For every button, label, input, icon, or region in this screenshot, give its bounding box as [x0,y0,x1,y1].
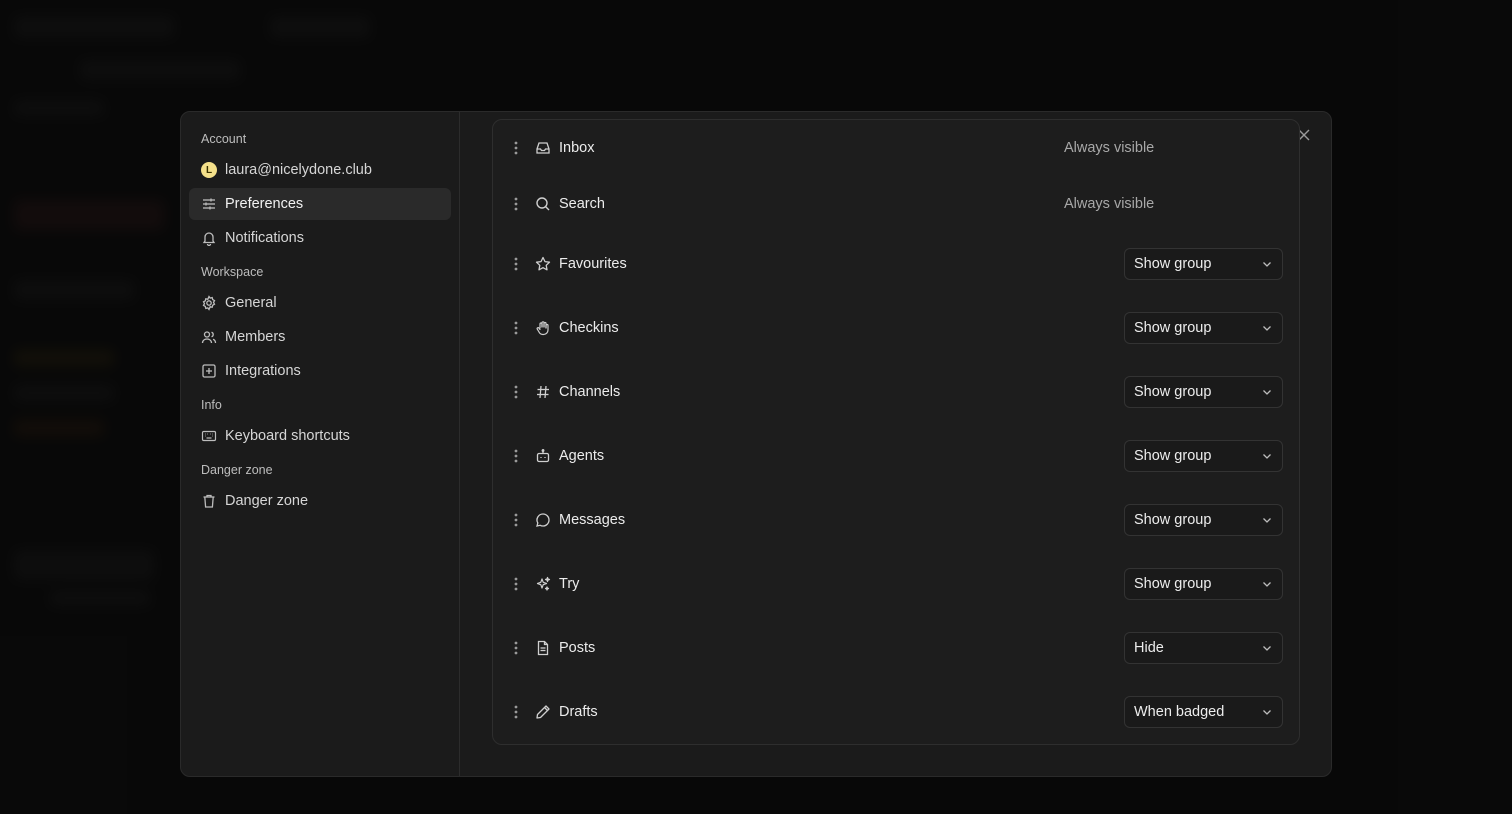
hand-icon [535,320,551,336]
bot-icon [535,448,551,464]
bell-icon [201,230,217,246]
list-item-drafts[interactable]: Drafts When badged [493,692,1299,732]
visibility-select[interactable]: Show group [1124,568,1283,600]
section-label-danger: Danger zone [201,463,273,477]
row-label: Posts [559,640,596,656]
sidebar-item-label: Keyboard shortcuts [225,428,350,444]
section-label-account: Account [201,132,247,146]
hash-icon [535,384,551,400]
message-icon [535,512,551,528]
list-item-favourites[interactable]: Favourites Show group [493,244,1299,284]
visibility-select[interactable]: Show group [1124,312,1283,344]
section-label-workspace: Workspace [201,265,264,279]
sidebar-item-label: Integrations [225,363,301,379]
row-label: Channels [559,384,621,400]
select-value: Show group [1134,448,1212,464]
sparkle-icon [535,576,551,592]
chevron-down-icon [1261,450,1273,462]
select-value: Show group [1134,256,1212,272]
sidebar-item-general[interactable]: General [189,287,451,319]
keyboard-icon [201,428,217,444]
drag-handle-icon[interactable] [511,321,521,335]
sidebar-item-account[interactable]: L laura@nicelydone.club [189,154,451,186]
list-item-inbox[interactable]: Inbox Always visible [493,128,1299,168]
drag-handle-icon[interactable] [511,385,521,399]
select-value: Show group [1134,576,1212,592]
list-item-search[interactable]: Search Always visible [493,184,1299,224]
sidebar-item-label: General [225,295,277,311]
select-value: Show group [1134,512,1212,528]
drag-handle-icon[interactable] [511,449,521,463]
settings-modal: Account L laura@nicelydone.club Preferen… [180,111,1332,777]
visibility-select[interactable]: Show group [1124,248,1283,280]
list-item-agents[interactable]: Agents Show group [493,436,1299,476]
sidebar-item-preferences[interactable]: Preferences [189,188,451,220]
sidebar-item-danger-zone[interactable]: Danger zone [189,485,451,517]
sidebar-item-integrations[interactable]: Integrations [189,355,451,387]
sidebar-items-panel: Inbox Always visible Search Always visib… [492,119,1300,745]
sidebar-item-label: Danger zone [225,493,309,509]
row-label: Search [559,196,605,212]
row-label: Drafts [559,704,598,720]
pencil-icon [535,704,551,720]
list-item-try[interactable]: Try Show group [493,564,1299,604]
account-email: laura@nicelydone.club [225,162,372,178]
list-item-checkins[interactable]: Checkins Show group [493,308,1299,348]
drag-handle-icon[interactable] [511,705,521,719]
row-label: Agents [559,448,605,464]
sidebar-item-label: Notifications [225,230,304,246]
status-text: Always visible [1064,196,1155,212]
sidebar-item-label: Preferences [225,196,304,212]
gear-icon [201,295,217,311]
row-label: Checkins [559,320,619,336]
list-item-posts[interactable]: Posts Hide [493,628,1299,668]
avatar: L [201,162,217,178]
drag-handle-icon[interactable] [511,197,521,211]
settings-sidebar: Account L laura@nicelydone.club Preferen… [181,112,460,776]
chevron-down-icon [1261,514,1273,526]
preferences-content: Inbox Always visible Search Always visib… [460,112,1331,776]
visibility-select[interactable]: When badged [1124,696,1283,728]
row-label: Inbox [559,140,595,156]
status-text: Always visible [1064,140,1155,156]
select-value: Show group [1134,384,1212,400]
row-label: Messages [559,512,626,528]
sidebar-item-keyboard-shortcuts[interactable]: Keyboard shortcuts [189,420,451,452]
star-icon [535,256,551,272]
list-item-messages[interactable]: Messages Show group [493,500,1299,540]
document-icon [535,640,551,656]
sidebar-item-label: Members [225,329,286,345]
drag-handle-icon[interactable] [511,141,521,155]
visibility-select[interactable]: Show group [1124,504,1283,536]
sliders-icon [201,196,217,212]
drag-handle-icon[interactable] [511,577,521,591]
chevron-down-icon [1261,258,1273,270]
search-icon [535,196,551,212]
inbox-icon [535,140,551,156]
row-label: Favourites [559,256,627,272]
chevron-down-icon [1261,386,1273,398]
chevron-down-icon [1261,322,1273,334]
sidebar-item-notifications[interactable]: Notifications [189,222,451,254]
select-value: Show group [1134,320,1212,336]
sidebar-item-members[interactable]: Members [189,321,451,353]
select-value: Hide [1134,640,1164,656]
visibility-select[interactable]: Hide [1124,632,1283,664]
visibility-select[interactable]: Show group [1124,376,1283,408]
drag-handle-icon[interactable] [511,257,521,271]
drag-handle-icon[interactable] [511,513,521,527]
chevron-down-icon [1261,642,1273,654]
list-item-channels[interactable]: Channels Show group [493,372,1299,412]
drag-handle-icon[interactable] [511,641,521,655]
chevron-down-icon [1261,578,1273,590]
trash-icon [201,493,217,509]
select-value: When badged [1134,704,1225,720]
plus-square-icon [201,363,217,379]
visibility-select[interactable]: Show group [1124,440,1283,472]
chevron-down-icon [1261,706,1273,718]
section-label-info: Info [201,398,222,412]
users-icon [201,329,217,345]
row-label: Try [559,576,580,592]
